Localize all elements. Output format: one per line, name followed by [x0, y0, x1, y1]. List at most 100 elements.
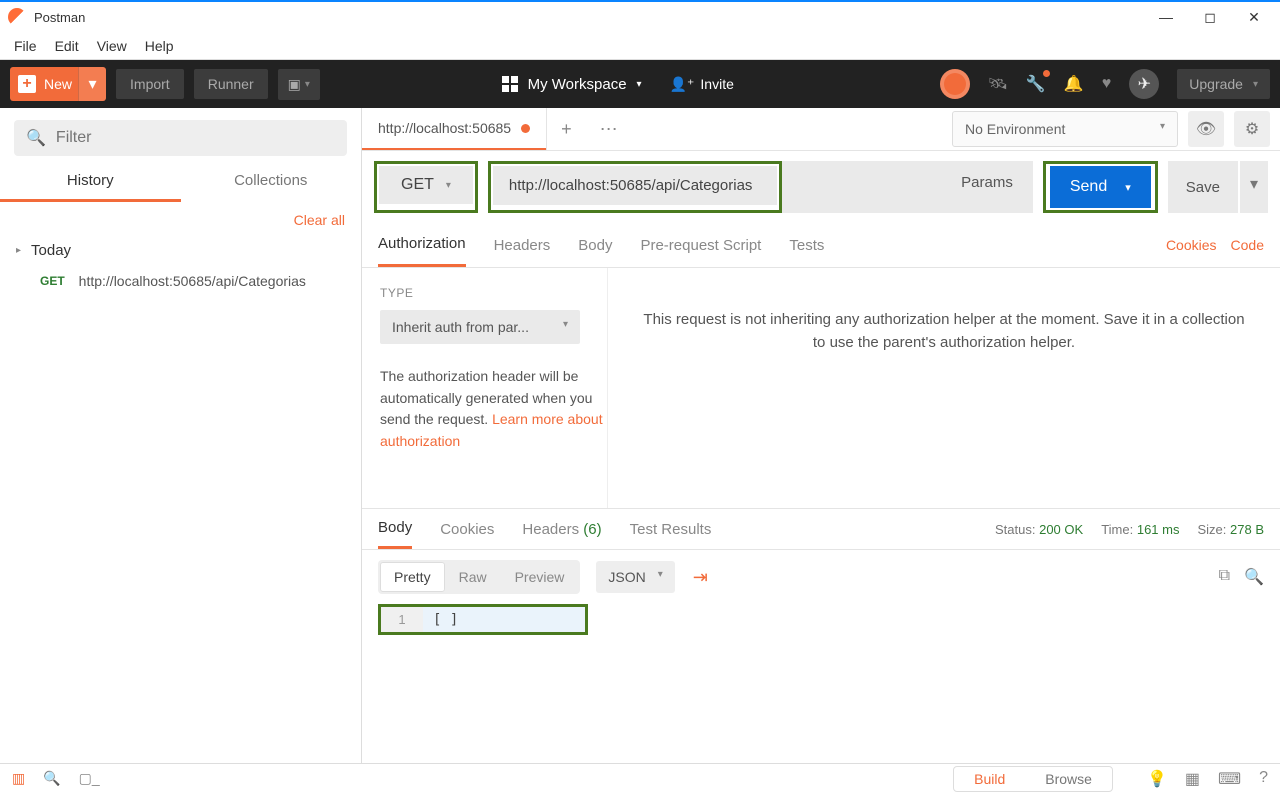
runner-button[interactable]: Runner: [194, 69, 268, 99]
wrench-icon[interactable]: 🔧: [1026, 74, 1046, 94]
new-tab-button[interactable]: +: [547, 119, 586, 140]
menu-file[interactable]: File: [14, 38, 37, 54]
find-replace-icon[interactable]: 🔍: [43, 770, 60, 787]
maximize-icon[interactable]: ◻: [1200, 9, 1220, 26]
wrap-line-icon[interactable]: ⇥: [693, 567, 708, 588]
unsaved-dot-icon: [521, 124, 530, 133]
statusbar: ▥ 🔍 ▢_ Build Browse 💡 ▦ ⌨ ?: [0, 763, 1280, 793]
highlight-url: http://localhost:50685/api/Categorias: [488, 161, 782, 213]
window-titlebar: Postman — ◻ ✕: [0, 0, 1280, 32]
method-label: GET: [401, 176, 434, 194]
send-label: Send: [1070, 178, 1107, 196]
new-window-button[interactable]: ▣▾: [278, 69, 320, 100]
upgrade-label: Upgrade: [1189, 76, 1243, 92]
bell-icon[interactable]: 🔔: [1064, 74, 1084, 94]
history-method: GET: [40, 274, 65, 288]
help-icon[interactable]: ?: [1259, 769, 1268, 789]
clear-all-link[interactable]: Clear all: [0, 202, 361, 234]
environment-selector[interactable]: No Environment▾: [952, 111, 1178, 147]
save-label: Save: [1186, 179, 1220, 196]
filter-box[interactable]: 🔍: [14, 120, 347, 156]
search-icon: 🔍: [26, 128, 46, 148]
workspace-selector[interactable]: My Workspace ▾: [502, 76, 642, 93]
view-raw[interactable]: Raw: [445, 562, 501, 592]
postman-logo-icon: [8, 8, 26, 26]
auth-type-selector[interactable]: Inherit auth from par...▾: [380, 310, 580, 344]
send-button[interactable]: Send▾: [1050, 166, 1151, 208]
console-icon[interactable]: ▢_: [79, 770, 100, 787]
history-group-today[interactable]: ▸Today: [0, 234, 361, 267]
time-label: Time:: [1101, 522, 1133, 537]
invite-label: Invite: [700, 76, 733, 92]
time-value: 161 ms: [1137, 522, 1180, 537]
params-button[interactable]: Params: [941, 161, 1033, 213]
env-quicklook-icon[interactable]: 👁: [1188, 111, 1224, 147]
mode-build[interactable]: Build: [954, 767, 1025, 791]
tab-tests[interactable]: Tests: [789, 225, 824, 266]
close-icon[interactable]: ✕: [1244, 9, 1264, 26]
bootcamp-hint-icon[interactable]: 💡: [1147, 769, 1167, 789]
menu-help[interactable]: Help: [145, 38, 174, 54]
tab-history[interactable]: History: [0, 162, 181, 202]
capture-icon[interactable]: 🛰: [988, 74, 1008, 94]
response-body-text[interactable]: [ ]: [423, 612, 468, 628]
tab-headers[interactable]: Headers: [494, 225, 551, 266]
headers-count: (6): [583, 521, 601, 538]
request-tab-label: http://localhost:50685: [378, 120, 511, 136]
new-label: New: [44, 76, 78, 92]
save-button[interactable]: Save: [1168, 161, 1238, 213]
tab-options-button[interactable]: ⋯: [586, 119, 632, 140]
menu-edit[interactable]: Edit: [55, 38, 79, 54]
two-pane-icon[interactable]: ▦: [1185, 769, 1200, 789]
new-dropdown-icon[interactable]: ▾: [78, 67, 106, 101]
menu-view[interactable]: View: [97, 38, 127, 54]
mode-toggle[interactable]: Build Browse: [953, 766, 1113, 792]
person-plus-icon: 👤⁺: [670, 76, 695, 93]
sync-icon[interactable]: [940, 69, 970, 99]
copy-icon[interactable]: ⧉: [1219, 567, 1230, 587]
view-preview[interactable]: Preview: [501, 562, 579, 592]
new-button[interactable]: + New ▾: [10, 67, 106, 101]
upgrade-button[interactable]: Upgrade▾: [1177, 69, 1270, 99]
method-selector[interactable]: GET▾: [379, 166, 473, 204]
import-button[interactable]: Import: [116, 69, 184, 99]
minimize-icon[interactable]: —: [1156, 9, 1176, 26]
group-label: Today: [31, 242, 71, 259]
tab-body[interactable]: Body: [578, 225, 612, 266]
highlight-method: GET▾: [374, 161, 478, 213]
auth-type-label: TYPE: [380, 286, 607, 300]
tab-authorization[interactable]: Authorization: [378, 223, 466, 267]
tab-collections[interactable]: Collections: [181, 162, 362, 202]
bootcamp-icon[interactable]: ✈: [1129, 69, 1159, 99]
resp-tab-cookies[interactable]: Cookies: [440, 511, 494, 548]
status-label: Status:: [995, 522, 1035, 537]
keyboard-shortcuts-icon[interactable]: ⌨: [1218, 769, 1241, 789]
code-link[interactable]: Code: [1231, 237, 1264, 253]
heart-icon[interactable]: ♥: [1102, 75, 1112, 93]
invite-button[interactable]: 👤⁺ Invite: [670, 76, 734, 93]
save-dropdown-icon[interactable]: ▾: [1240, 161, 1268, 213]
resp-tab-tests[interactable]: Test Results: [630, 511, 712, 548]
view-pretty[interactable]: Pretty: [380, 562, 445, 592]
find-icon[interactable]: 🔍: [1244, 567, 1264, 587]
resp-tab-headers[interactable]: Headers (6): [522, 511, 601, 548]
sidebar: 🔍 History Collections Clear all ▸Today G…: [0, 108, 362, 763]
highlight-send: Send▾: [1043, 161, 1158, 213]
format-selector[interactable]: JSON▾: [596, 561, 674, 593]
resp-tab-body[interactable]: Body: [378, 509, 412, 549]
workspace-label: My Workspace: [528, 76, 627, 93]
top-toolbar: + New ▾ Import Runner ▣▾ My Workspace ▾ …: [0, 60, 1280, 108]
cookies-link[interactable]: Cookies: [1166, 237, 1217, 253]
size-value: 278 B: [1230, 522, 1264, 537]
history-item[interactable]: GET http://localhost:50685/api/Categoria…: [0, 267, 361, 295]
auth-type-value: Inherit auth from par...: [392, 319, 529, 335]
sidebar-toggle-icon[interactable]: ▥: [12, 770, 25, 787]
request-tab[interactable]: http://localhost:50685: [362, 108, 546, 150]
plus-icon: +: [18, 75, 36, 93]
filter-input[interactable]: [56, 129, 335, 147]
mode-browse[interactable]: Browse: [1025, 767, 1112, 791]
tab-prerequest[interactable]: Pre-request Script: [640, 225, 761, 266]
size-label: Size:: [1197, 522, 1226, 537]
url-input[interactable]: http://localhost:50685/api/Categorias: [493, 166, 777, 205]
settings-icon[interactable]: ⚙: [1234, 111, 1270, 147]
